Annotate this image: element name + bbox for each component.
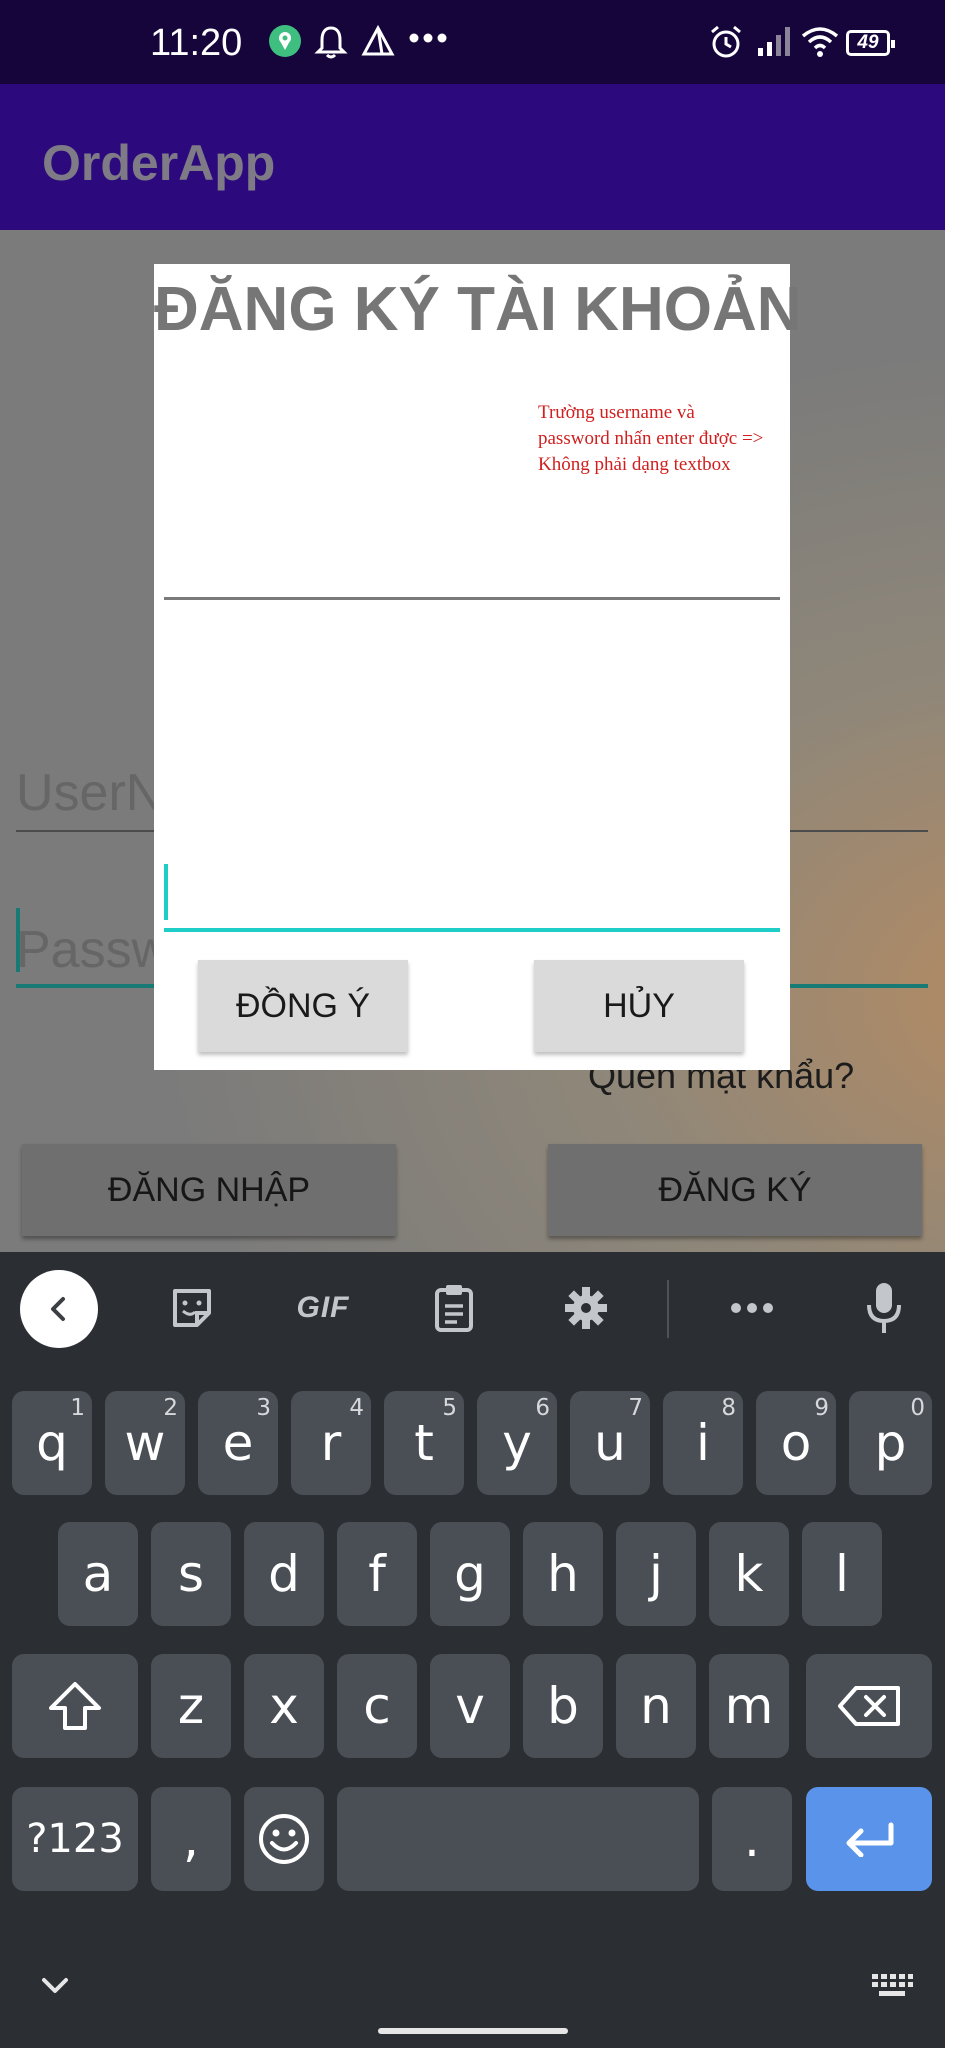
username-field-placeholder: UserN bbox=[16, 764, 164, 822]
register-dialog: ĐĂNG KÝ TÀI KHOẢN Trường username và pas… bbox=[154, 264, 802, 1070]
key-z[interactable]: z bbox=[151, 1654, 231, 1758]
app-notification-icon bbox=[360, 24, 396, 63]
soft-keyboard: GIF q1 w2 e3 r4 t5 y6 u7 i8 o9 p0 a s d … bbox=[0, 1252, 945, 2048]
key-v[interactable]: v bbox=[430, 1654, 510, 1758]
battery-icon: 49 bbox=[846, 30, 895, 56]
enter-key[interactable] bbox=[806, 1787, 932, 1891]
screen: 11:20 49 OrderApp UserN Passw Quên mật k… bbox=[0, 0, 945, 2048]
more-icon[interactable] bbox=[722, 1278, 782, 1338]
key-r[interactable]: r4 bbox=[291, 1391, 371, 1495]
status-time: 11:20 bbox=[150, 22, 243, 64]
key-u[interactable]: u7 bbox=[570, 1391, 650, 1495]
mic-icon[interactable] bbox=[856, 1274, 912, 1342]
key-label: o bbox=[780, 1414, 812, 1472]
key-hint: 2 bbox=[163, 1395, 178, 1421]
username-input[interactable] bbox=[164, 597, 780, 600]
backspace-icon bbox=[838, 1686, 900, 1726]
space-key[interactable] bbox=[337, 1787, 699, 1891]
register-button: ĐĂNG KÝ bbox=[548, 1144, 922, 1236]
emoji-key[interactable] bbox=[244, 1787, 324, 1891]
key-hint: 9 bbox=[814, 1395, 829, 1421]
wifi-icon bbox=[800, 24, 840, 63]
key-label: y bbox=[502, 1414, 532, 1472]
location-icon bbox=[268, 24, 302, 63]
more-notifications-icon bbox=[408, 28, 448, 53]
key-hint: 8 bbox=[721, 1395, 736, 1421]
sticker-icon[interactable] bbox=[162, 1278, 222, 1338]
key-k[interactable]: k bbox=[709, 1522, 789, 1626]
password-input[interactable] bbox=[164, 858, 780, 932]
settings-icon[interactable] bbox=[556, 1278, 616, 1338]
hide-keyboard-icon[interactable] bbox=[38, 1974, 72, 1998]
key-hint: 7 bbox=[628, 1395, 643, 1421]
shift-icon bbox=[49, 1682, 101, 1730]
key-f[interactable]: f bbox=[337, 1522, 417, 1626]
key-hint: 5 bbox=[442, 1395, 457, 1421]
key-t[interactable]: t5 bbox=[384, 1391, 464, 1495]
key-l[interactable]: l bbox=[802, 1522, 882, 1626]
key-d[interactable]: d bbox=[244, 1522, 324, 1626]
key-m[interactable]: m bbox=[709, 1654, 789, 1758]
symbols-key[interactable]: ?123 bbox=[12, 1787, 138, 1891]
app-bar: OrderApp bbox=[0, 84, 945, 230]
key-j[interactable]: j bbox=[616, 1522, 696, 1626]
key-p[interactable]: p0 bbox=[849, 1391, 932, 1495]
annotation-note: Trường username và password nhấn enter đ… bbox=[538, 402, 764, 475]
key-hint: 0 bbox=[910, 1395, 925, 1421]
key-label: u bbox=[594, 1414, 626, 1472]
key-w[interactable]: w2 bbox=[105, 1391, 185, 1495]
toolbar-divider bbox=[667, 1280, 669, 1338]
key-b[interactable]: b bbox=[523, 1654, 603, 1758]
right-edge-strip bbox=[945, 0, 969, 2048]
key-label: i bbox=[696, 1414, 710, 1472]
backspace-key[interactable] bbox=[806, 1654, 932, 1758]
notification-bell-icon bbox=[314, 24, 348, 65]
key-c[interactable]: c bbox=[337, 1654, 417, 1758]
key-label: t bbox=[414, 1414, 434, 1472]
cancel-button[interactable]: HỦY bbox=[534, 960, 744, 1052]
key-q[interactable]: q1 bbox=[12, 1391, 92, 1495]
key-a[interactable]: a bbox=[58, 1522, 138, 1626]
gif-button[interactable]: GIF bbox=[288, 1278, 358, 1338]
back-icon[interactable] bbox=[20, 1270, 98, 1348]
key-hint: 1 bbox=[70, 1395, 85, 1421]
key-o[interactable]: o9 bbox=[756, 1391, 836, 1495]
emoji-icon bbox=[259, 1814, 309, 1864]
key-hint: 3 bbox=[256, 1395, 271, 1421]
alarm-icon bbox=[708, 24, 744, 65]
dialog-title: ĐĂNG KÝ TÀI KHOẢN bbox=[154, 275, 802, 344]
key-n[interactable]: n bbox=[616, 1654, 696, 1758]
key-g[interactable]: g bbox=[430, 1522, 510, 1626]
ok-button[interactable]: ĐỒNG Ý bbox=[198, 960, 408, 1052]
comma-key[interactable]: , bbox=[151, 1787, 231, 1891]
password-cursor bbox=[16, 908, 20, 972]
key-label: p bbox=[874, 1414, 907, 1472]
key-s[interactable]: s bbox=[151, 1522, 231, 1626]
key-y[interactable]: y6 bbox=[477, 1391, 557, 1495]
enter-icon bbox=[846, 1822, 894, 1857]
key-x[interactable]: x bbox=[244, 1654, 324, 1758]
clipboard-icon[interactable] bbox=[424, 1276, 484, 1340]
key-i[interactable]: i8 bbox=[663, 1391, 743, 1495]
battery-level: 49 bbox=[857, 32, 879, 53]
app-title: OrderApp bbox=[42, 135, 276, 191]
shift-key[interactable] bbox=[12, 1654, 138, 1758]
gesture-handle[interactable] bbox=[378, 2028, 568, 2034]
password-field-placeholder: Passw bbox=[16, 921, 170, 979]
signal-icon bbox=[756, 24, 792, 63]
key-label: r bbox=[320, 1414, 342, 1472]
login-button: ĐĂNG NHẬP bbox=[22, 1144, 396, 1236]
key-h[interactable]: h bbox=[523, 1522, 603, 1626]
key-e[interactable]: e3 bbox=[198, 1391, 278, 1495]
key-label: q bbox=[36, 1414, 68, 1472]
text-cursor bbox=[164, 864, 168, 920]
status-bar: 11:20 49 bbox=[0, 0, 945, 84]
period-key[interactable]: . bbox=[712, 1787, 792, 1891]
keyboard-switch-icon[interactable] bbox=[870, 1972, 914, 2002]
key-label: e bbox=[222, 1414, 254, 1472]
key-hint: 4 bbox=[349, 1395, 364, 1421]
key-label: w bbox=[124, 1414, 166, 1472]
key-hint: 6 bbox=[535, 1395, 550, 1421]
